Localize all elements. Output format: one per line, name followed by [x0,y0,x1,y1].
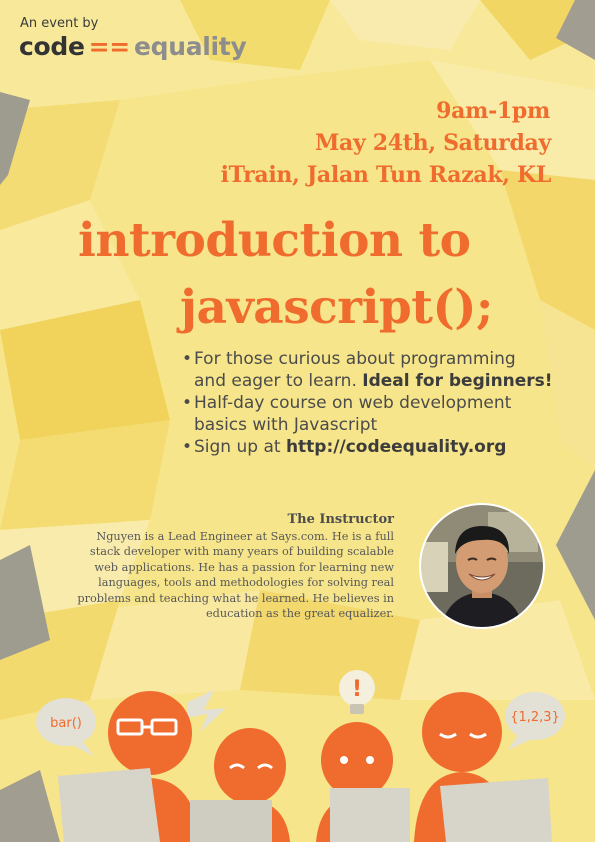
event-date: May 24th, Saturday [314,130,551,156]
bullet-item: • Half-day course on web development bas… [182,392,562,436]
laptop-icon [58,768,160,842]
bullet-list: • For those curious about programming an… [182,348,562,458]
laptop-icon [190,800,272,842]
bulb-mark: ! [352,677,362,702]
bullet-line: basics with Javascript [194,415,378,435]
bio-line: education as the great equalizer. [205,607,394,621]
bubble-right-text: {1,2,3} [510,710,560,725]
bullet-item: • For those curious about programming an… [182,348,562,392]
bullet-dot: • [182,437,193,457]
brand-word-code: code [19,32,85,61]
title-line-2: javascript(); [180,280,493,335]
signup-link[interactable]: http://codeequality.org [286,437,506,457]
lightbulb-icon: ! [339,670,375,714]
bullet-line: For those curious about programming [194,349,516,369]
laptop-icon [330,788,410,842]
brand-word-equality: equality [133,32,247,61]
brand-logo: code == equality [19,32,247,61]
event-venue: iTrain, Jalan Tun Razak, KL [220,162,552,188]
event-time: 9am-1pm [436,98,550,124]
title-line-1: introduction to [78,213,471,268]
speech-bubble-icon: bar() [36,698,96,756]
lightning-icon [186,690,226,732]
bullet-item: • Sign up at http://codeequality.org [182,436,562,458]
bio-line: Nguyen is a Lead Engineer at Says.com. H… [96,530,394,543]
instructor-heading: The Instructor [287,512,394,527]
brand-operator: == [88,32,131,61]
poster: An event by code == equality 9am-1pm May 2… [0,0,595,842]
laptop-icon [440,778,552,842]
instructor-bio: Nguyen is a Lead Engineer at Says.com. H… [40,529,394,621]
bullet-line: Half-day course on web development [194,393,512,413]
bullet-dot: • [182,393,193,413]
bullet-highlight: Ideal for beginners! [362,371,553,391]
bullet-line: and eager to learn. Ideal for beginners! [194,370,562,392]
bio-line: languages, tools and methodologies for s… [98,576,394,590]
bullet-text: Sign up at [194,437,286,457]
bullet-text: and eager to learn. [194,371,363,391]
bullet-dot: • [182,349,193,369]
bullet-line: Sign up at http://codeequality.org [194,436,562,458]
people-illustration: bar() {1,2,3} ! [36,670,565,842]
brand-prefix: An event by [20,16,99,31]
bubble-left-text: bar() [50,716,82,731]
bio-line: stack developer with many years of build… [89,545,394,559]
bio-line: web applications. He has a passion for l… [94,560,394,574]
speech-bubble-icon: {1,2,3} [505,692,565,750]
instructor-photo [419,503,545,629]
bio-line: problems and teaching what he learned. H… [77,591,394,605]
